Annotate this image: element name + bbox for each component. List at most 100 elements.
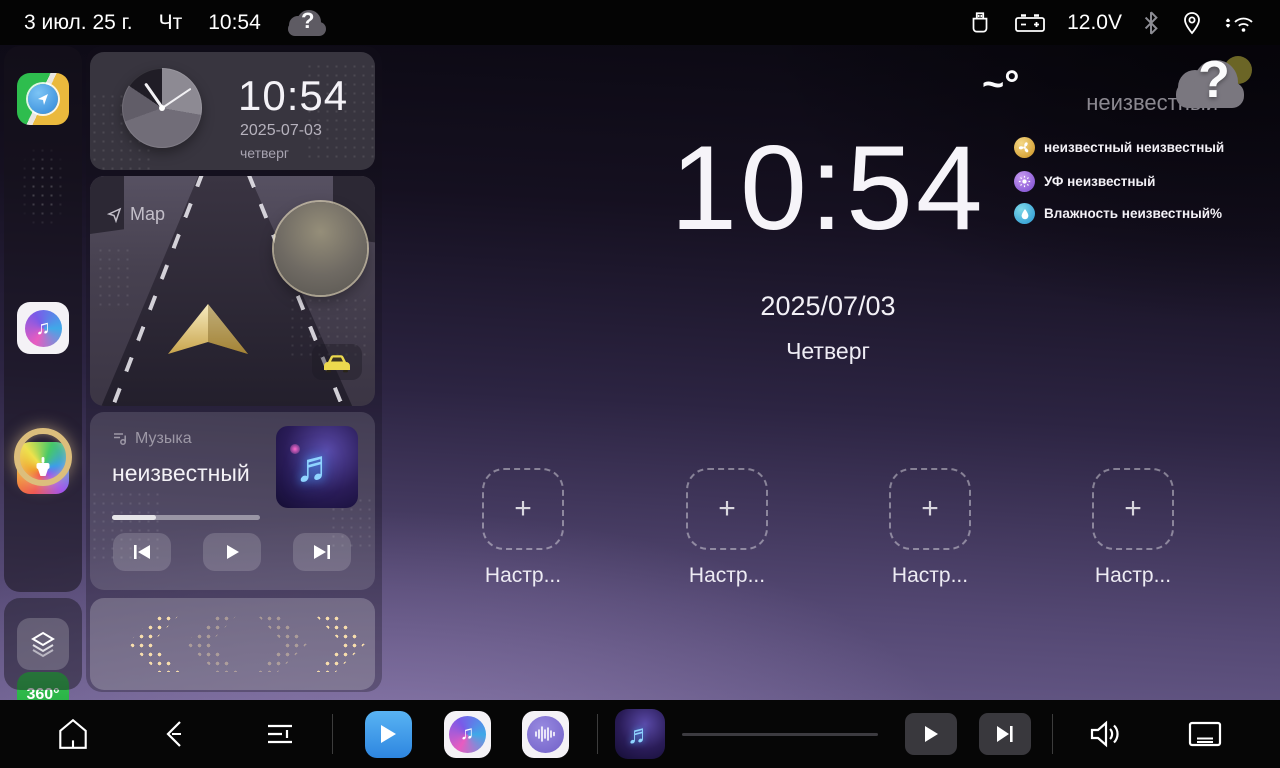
map-compass-globe[interactable] — [274, 202, 367, 295]
home-button[interactable] — [48, 700, 98, 768]
menu-button[interactable] — [255, 700, 305, 768]
main-weekday: Четверг — [628, 338, 1028, 365]
bottom-bar-divider — [332, 714, 333, 754]
status-left: 3 июл. 25 г. Чт 10:54 ? — [0, 6, 329, 40]
navigation-arrow-icon — [28, 84, 58, 114]
plus-icon: + — [718, 494, 736, 524]
media-play-button[interactable] — [905, 713, 957, 755]
shortcut-placeholder-2[interactable]: + Настр... — [667, 468, 787, 588]
next-icon — [312, 543, 332, 561]
clock-widget[interactable]: 10:54 2025-07-03 четверг — [90, 52, 375, 170]
treble-clef-art: ♬ — [295, 442, 339, 492]
next-track-button[interactable] — [293, 533, 351, 571]
shortcut-label: Настр... — [892, 564, 968, 588]
widget-clock-date: 2025-07-03 — [240, 122, 322, 140]
uv-icon — [1014, 171, 1035, 192]
map-widget-label: Map — [106, 204, 165, 225]
car-icon — [320, 351, 354, 373]
weather-detail-row: Влажность неизвестный% — [1014, 203, 1222, 224]
humidity-icon — [1014, 203, 1035, 224]
weather-widget[interactable]: ~° неизвестный ? неизвестный неизвестный — [960, 50, 1260, 235]
media-next-button[interactable] — [979, 713, 1031, 755]
wifi-icon — [1224, 10, 1258, 36]
left-turn-signal-icon — [128, 614, 180, 672]
map-pointer-icon — [106, 206, 123, 223]
album-thumb-art: ♬ — [627, 719, 653, 750]
sidebar-item-layers[interactable] — [17, 618, 69, 670]
shortcut-label: Настр... — [689, 564, 765, 588]
back-button[interactable] — [150, 700, 200, 768]
equalizer-app-button[interactable] — [520, 700, 570, 768]
right-turn-signal-icon — [314, 614, 366, 672]
battery-voltage: 12.0V — [1067, 11, 1122, 35]
car-battery-icon — [1013, 10, 1047, 36]
volume-button[interactable] — [1080, 700, 1130, 768]
bottom-bar-divider — [597, 714, 598, 754]
status-bar: 3 июл. 25 г. Чт 10:54 ? — [0, 0, 1280, 45]
bluetooth-icon — [1142, 10, 1160, 36]
sidebar-item-ring[interactable] — [14, 428, 72, 486]
car-mode-button[interactable] — [312, 344, 362, 380]
usb-icon — [967, 10, 993, 36]
bottom-bar-divider — [1052, 714, 1053, 754]
music-app-icon: ♫ — [449, 716, 486, 753]
play-icon — [223, 543, 241, 561]
plus-icon: + — [514, 494, 532, 524]
shortcut-label: Настр... — [485, 564, 561, 588]
media-progress-bar[interactable] — [682, 733, 878, 736]
status-right: 12.0V — [967, 10, 1280, 36]
turn-signal-widget[interactable] — [90, 598, 375, 690]
music-note-icon: ♫ — [25, 310, 62, 347]
volume-icon — [1092, 723, 1106, 745]
navigation-heading-arrow — [164, 302, 252, 358]
status-date: 3 июл. 25 г. — [24, 11, 133, 35]
now-playing-thumbnail[interactable]: ♬ — [612, 700, 668, 768]
album-art[interactable]: ♬ — [276, 426, 358, 508]
analog-clock — [122, 68, 202, 148]
add-shortcut-box[interactable]: + — [1092, 468, 1174, 550]
previous-track-button[interactable] — [113, 533, 171, 571]
music-app-button[interactable]: ♫ — [442, 700, 492, 768]
widget-clock-weekday: четверг — [240, 145, 289, 161]
plus-icon: + — [921, 494, 939, 524]
shortcut-label: Настр... — [1095, 564, 1171, 588]
sidebar-item-music[interactable]: ♫ — [17, 302, 69, 354]
bottom-navigation-bar: ♫ ♬ — [0, 700, 1280, 768]
right-turn-signal-icon — [256, 614, 308, 672]
equalizer-app-icon — [527, 716, 564, 753]
menu-icon — [268, 726, 292, 742]
track-progress-bar[interactable] — [112, 515, 260, 520]
track-title: неизвестный — [112, 460, 250, 487]
music-list-icon — [112, 431, 128, 447]
weather-question-icon: ? — [1176, 54, 1252, 120]
music-widget[interactable]: Музыка неизвестный ♬ — [90, 412, 375, 590]
sidebar-item-navigation[interactable] — [17, 73, 69, 125]
play-app-icon — [378, 723, 398, 745]
previous-icon — [132, 543, 152, 561]
music-widget-label: Музыка — [112, 430, 192, 448]
add-shortcut-box[interactable]: + — [482, 468, 564, 550]
video-player-app-button[interactable] — [363, 700, 413, 768]
play-pause-button[interactable] — [203, 533, 261, 571]
plus-icon: + — [1124, 494, 1142, 524]
left-turn-signal-icon — [186, 614, 238, 672]
display-off-button[interactable] — [1180, 700, 1230, 768]
app-sidebar: ♫ 360° — [4, 46, 82, 592]
shortcut-placeholder-4[interactable]: + Настр... — [1073, 468, 1193, 588]
weather-detail-row: УФ неизвестный — [1014, 171, 1155, 192]
status-weekday: Чт — [159, 11, 183, 35]
widget-clock-time: 10:54 — [238, 72, 348, 120]
temperature-unknown: ~° — [982, 64, 1019, 107]
main-date: 2025/07/03 — [628, 291, 1028, 322]
play-icon — [923, 725, 939, 743]
location-icon — [1180, 10, 1204, 36]
add-shortcut-box[interactable]: + — [686, 468, 768, 550]
sidebar-bottom-section — [4, 598, 82, 690]
next-icon — [996, 725, 1014, 743]
shortcut-placeholder-3[interactable]: + Настр... — [870, 468, 990, 588]
weather-detail-row: неизвестный неизвестный — [1014, 137, 1224, 158]
status-time: 10:54 — [208, 11, 261, 35]
map-widget[interactable]: Map — [90, 176, 375, 406]
shortcut-placeholder-1[interactable]: + Настр... — [463, 468, 583, 588]
add-shortcut-box[interactable]: + — [889, 468, 971, 550]
